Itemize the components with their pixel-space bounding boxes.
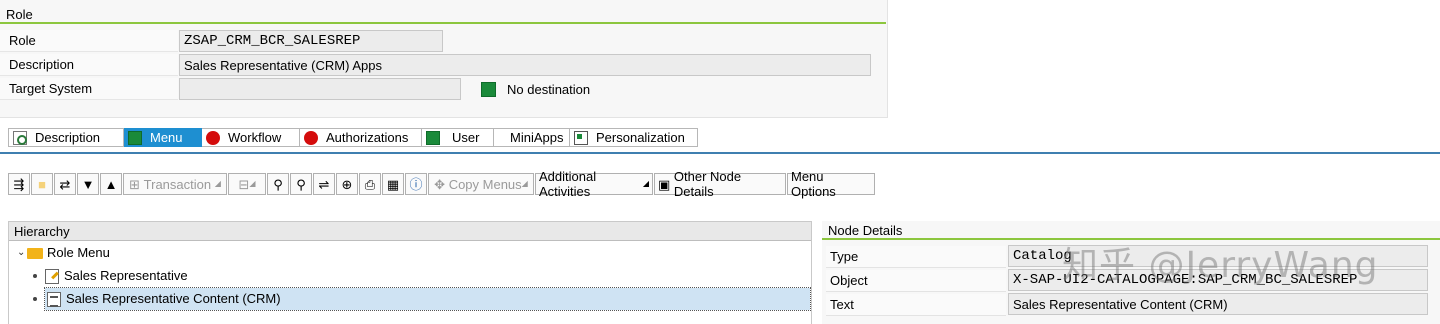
tree-node-label: Role Menu — [47, 245, 110, 260]
binoculars-icon: ⚲ — [273, 176, 283, 192]
red-circle-icon — [304, 130, 318, 145]
description-icon — [13, 130, 27, 145]
copy-menus-label: Copy Menus — [448, 176, 522, 192]
menu-toolbar: ⇶ ■ ⇄ ▼ ▲ ⊞ Transaction ◢ ⊟ ◢ ⚲ ⚲ ⇌ ⊕ ⎙ ▦… — [8, 169, 875, 199]
info-button[interactable]: ⓘ — [405, 173, 427, 195]
watermark: 知乎 @JerryWang — [1062, 245, 1379, 286]
hierarchy-icon: ⇶ — [13, 176, 25, 192]
menu-options-button[interactable]: Menu Options — [787, 169, 875, 199]
description-label: Description — [0, 54, 178, 76]
tree-node-role-menu[interactable]: ⌄ Role Menu — [17, 242, 110, 264]
additional-activities-button[interactable]: Additional Activities ◢ — [535, 169, 653, 199]
move-node-button[interactable]: ⇄ — [54, 173, 76, 195]
delete-button[interactable]: ⊟ ◢ — [228, 173, 266, 195]
target-system-field[interactable] — [179, 78, 461, 100]
zoom-icon: ⊕ — [341, 176, 353, 192]
tree-node-label: Sales Representative Content (CRM) — [66, 291, 281, 306]
tree-node-sales-rep-content[interactable]: Sales Representative Content (CRM) — [33, 287, 811, 311]
tab-label: Authorizations — [326, 129, 409, 145]
edit-document-icon — [45, 268, 59, 284]
chevron-down-icon: ◢ — [642, 179, 649, 188]
tab-label: Menu — [150, 129, 183, 145]
tab-description[interactable]: Description — [8, 128, 124, 147]
tab-workflow[interactable]: Workflow — [202, 128, 300, 147]
role-group-title: Role — [6, 7, 33, 22]
tree-node-label: Sales Representative — [64, 268, 188, 283]
tab-label: Workflow — [228, 129, 282, 145]
where-used-button[interactable]: ⇌ — [313, 173, 335, 195]
folder-button[interactable]: ■ — [31, 173, 53, 195]
info-icon: ⓘ — [409, 176, 423, 192]
hierarchy-header: Hierarchy — [9, 221, 811, 241]
copy-menus-icon: ✥ — [434, 176, 446, 192]
hierarchy-panel: Hierarchy ⌄ Role Menu Sales Representati… — [8, 221, 812, 324]
chevron-down-icon: ◢ — [521, 179, 528, 188]
tab-user[interactable]: User — [422, 128, 494, 147]
triangle-down-icon: ▼ — [81, 176, 95, 192]
tab-strip: Description Menu Workflow Authorizations… — [8, 128, 698, 147]
tab-authorizations[interactable]: Authorizations — [300, 128, 422, 147]
target-system-label: Target System — [0, 78, 178, 100]
other-node-details-button[interactable]: ▣ Other Node Details — [654, 169, 786, 199]
transaction-button[interactable]: ⊞ Transaction ◢ — [123, 173, 227, 195]
green-square-icon — [426, 130, 440, 145]
copy-menus-button[interactable]: ✥ Copy Menus ◢ — [428, 173, 534, 195]
list-document-icon — [47, 291, 61, 307]
move-node-icon: ⇄ — [59, 176, 71, 192]
folder-icon — [27, 247, 43, 259]
hierarchy-icon-button[interactable]: ⇶ — [8, 173, 30, 195]
text-field[interactable]: Sales Representative Content (CRM) — [1008, 293, 1428, 315]
binoculars-plus-icon: ⚲ — [296, 176, 306, 192]
transaction-label: Transaction — [143, 176, 212, 192]
green-square-icon — [128, 130, 142, 145]
layout-icon: ▦ — [386, 176, 400, 192]
find-button[interactable]: ⚲ — [267, 173, 289, 195]
other-node-details-label: Other Node Details — [673, 169, 742, 199]
selected-row[interactable]: Sales Representative Content (CRM) — [44, 287, 811, 311]
personalization-icon — [574, 130, 588, 145]
folder-icon: ■ — [38, 176, 46, 192]
bullet-icon — [33, 297, 37, 301]
layout-button[interactable]: ▦ — [382, 173, 404, 195]
role-label: Role — [0, 30, 178, 52]
destination-status-icon — [481, 82, 496, 97]
type-label: Type — [826, 246, 1006, 268]
tab-personalization[interactable]: Personalization — [570, 128, 698, 147]
additional-activities-label: Additional Activities — [539, 169, 597, 199]
menu-options-label: Menu Options — [791, 169, 836, 199]
transaction-icon: ⊞ — [129, 176, 141, 192]
tab-label: Personalization — [596, 129, 685, 145]
print-button[interactable]: ⎙ — [359, 173, 381, 195]
tab-menu[interactable]: Menu — [124, 128, 202, 147]
bullet-icon — [33, 274, 37, 278]
tab-label: Description — [35, 129, 101, 145]
printer-icon: ⎙ — [364, 176, 376, 192]
where-used-icon: ⇌ — [318, 176, 330, 192]
chevron-down-icon: ◢ — [214, 179, 221, 188]
zoom-button[interactable]: ⊕ — [336, 173, 358, 195]
node-details-title: Node Details — [828, 223, 903, 238]
chevron-down-icon: ◢ — [249, 179, 256, 188]
chevron-down-icon[interactable]: ⌄ — [17, 242, 27, 264]
text-label: Text — [826, 294, 1006, 316]
delete-icon: ⊟ — [238, 176, 250, 192]
destination-status-text: No destination — [507, 82, 591, 97]
red-circle-icon — [206, 130, 220, 145]
object-label: Object — [826, 270, 1006, 292]
role-group: Role Role ZSAP_CRM_BCR_SALESREP Descript… — [0, 0, 888, 118]
role-field[interactable]: ZSAP_CRM_BCR_SALESREP — [179, 30, 443, 52]
tree-node-sales-representative[interactable]: Sales Representative — [33, 265, 188, 287]
node-details-icon: ▣ — [658, 176, 671, 192]
role-group-underline — [0, 22, 886, 24]
triangle-up-icon: ▲ — [104, 176, 118, 192]
find-next-button[interactable]: ⚲ — [290, 173, 312, 195]
tab-miniapps[interactable]: MiniApps — [494, 128, 570, 147]
tab-label: User — [452, 129, 480, 145]
move-down-button[interactable]: ▼ — [77, 173, 99, 195]
tab-label: MiniApps — [510, 129, 564, 145]
move-up-button[interactable]: ▲ — [100, 173, 122, 195]
description-field[interactable]: Sales Representative (CRM) Apps — [179, 54, 871, 76]
tab-divider — [0, 152, 1440, 154]
